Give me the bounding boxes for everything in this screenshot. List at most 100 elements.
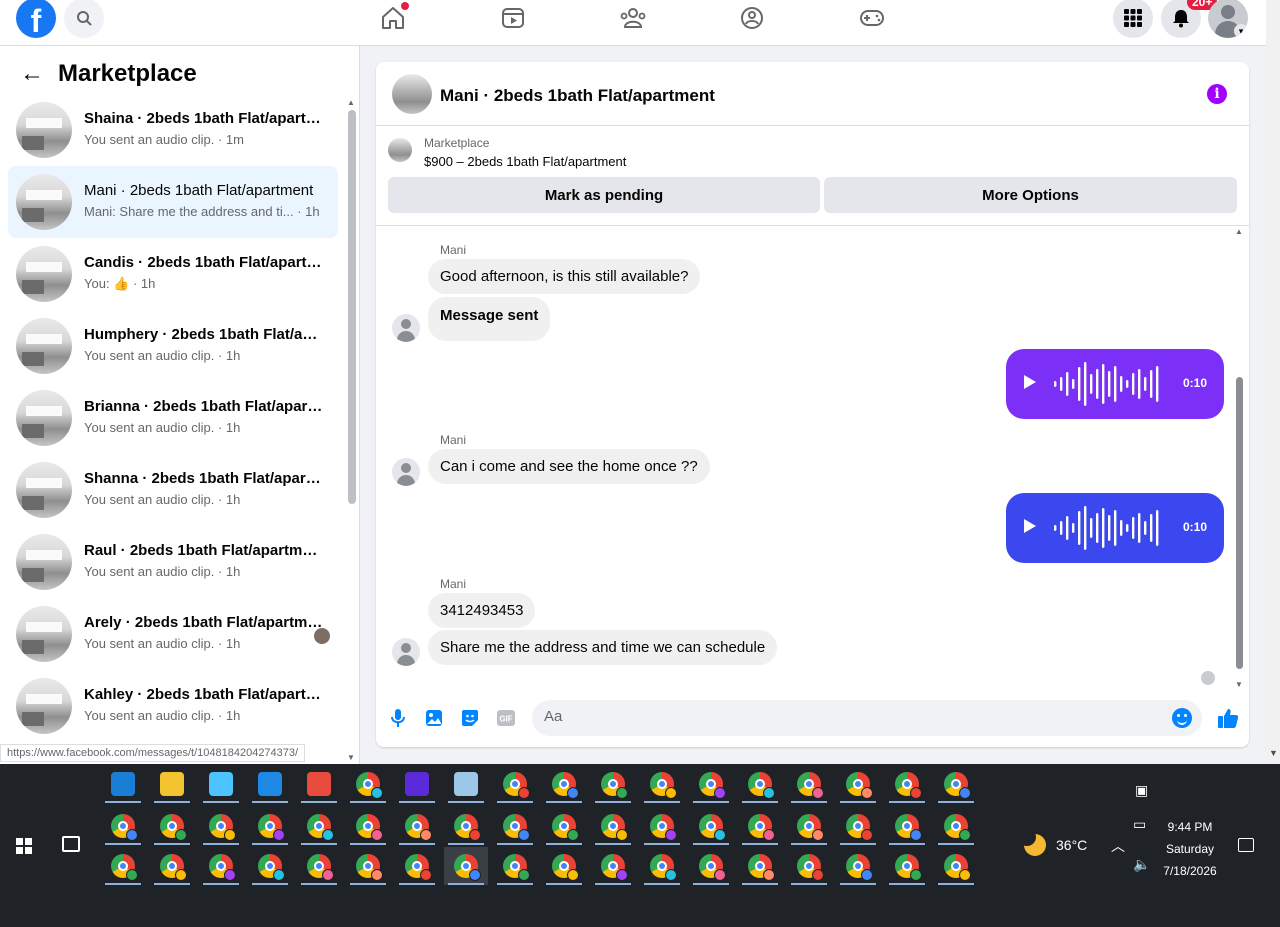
info-icon[interactable]: i bbox=[1207, 84, 1227, 104]
weather-widget[interactable]: 36°C bbox=[1018, 828, 1087, 856]
chrome-profile-icon[interactable] bbox=[542, 847, 586, 885]
listing-avatar[interactable] bbox=[392, 74, 432, 114]
video-nav[interactable] bbox=[499, 4, 527, 32]
chrome-profile-icon[interactable] bbox=[885, 765, 929, 803]
chrome-profile-icon[interactable] bbox=[444, 807, 488, 845]
chrome-profile-icon[interactable] bbox=[346, 807, 390, 845]
incoming-message[interactable]: Message sent bbox=[428, 297, 551, 341]
chrome-profile-icon[interactable] bbox=[395, 847, 439, 885]
sticker-icon[interactable] bbox=[460, 708, 480, 728]
chrome-profile-icon[interactable] bbox=[640, 765, 684, 803]
edge-icon[interactable] bbox=[101, 765, 145, 803]
chrome-profile-icon[interactable] bbox=[836, 765, 880, 803]
show-hidden-icons-chevron-icon[interactable]: ︿ bbox=[1111, 836, 1125, 856]
chrome-profile-icon[interactable] bbox=[934, 847, 978, 885]
chrome-profile-icon[interactable] bbox=[150, 807, 194, 845]
chrome-profile-icon[interactable] bbox=[787, 765, 831, 803]
chrome-profile-icon[interactable] bbox=[542, 765, 586, 803]
scroll-down-arrow-icon[interactable]: ▼ bbox=[347, 753, 355, 762]
account-avatar[interactable]: ▾ bbox=[1208, 0, 1248, 38]
outgoing-audio-clip[interactable]: 0:10 bbox=[1006, 349, 1224, 419]
windows-start-icon[interactable] bbox=[16, 838, 32, 854]
chrome-profile-icon[interactable] bbox=[787, 847, 831, 885]
conversation-list-scrollbar[interactable]: ▲ ▼ bbox=[347, 98, 357, 764]
chrome-profile-icon[interactable] bbox=[542, 807, 586, 845]
conversation-item[interactable]: Arely · 2beds 1bath Flat/apartment You se… bbox=[8, 598, 338, 670]
chrome-profile-icon[interactable] bbox=[787, 807, 831, 845]
gif-icon[interactable]: GIF bbox=[496, 708, 516, 728]
chrome-profile-icon[interactable] bbox=[591, 807, 635, 845]
message-input[interactable] bbox=[544, 708, 1154, 725]
scrollbar-thumb[interactable] bbox=[348, 110, 356, 504]
listing-price-title[interactable]: $900 – 2beds 1bath Flat/apartment bbox=[424, 154, 626, 169]
chrome-profile-icon[interactable] bbox=[199, 807, 243, 845]
search-button[interactable] bbox=[64, 0, 104, 38]
chrome-profile-icon[interactable] bbox=[297, 807, 341, 845]
play-icon[interactable] bbox=[1024, 375, 1036, 389]
listing-thumbnail[interactable] bbox=[388, 138, 412, 162]
meet-now-icon[interactable]: ▣ bbox=[1135, 782, 1148, 799]
incoming-message[interactable]: Good afternoon, is this still available? bbox=[428, 259, 701, 294]
chrome-profile-icon[interactable] bbox=[199, 847, 243, 885]
incoming-message[interactable]: Can i come and see the home once ?? bbox=[428, 449, 710, 484]
chrome-profile-icon[interactable] bbox=[689, 847, 733, 885]
games-nav[interactable] bbox=[858, 4, 886, 32]
facebook-logo[interactable]: f bbox=[16, 0, 56, 38]
conversation-item[interactable]: Brianna · 2beds 1bath Flat/apartment You … bbox=[8, 382, 338, 454]
chat-scrollbar[interactable]: ▲ ▼ bbox=[1234, 227, 1246, 689]
chrome-profile-icon[interactable] bbox=[934, 765, 978, 803]
chrome-profile-icon[interactable] bbox=[591, 847, 635, 885]
like-thumbs-up-icon[interactable] bbox=[1216, 706, 1240, 730]
outgoing-audio-clip[interactable]: 0:10 bbox=[1006, 493, 1224, 563]
app-icon[interactable] bbox=[395, 765, 439, 803]
chrome-profile-icon[interactable] bbox=[738, 807, 782, 845]
page-scrollbar[interactable]: ▼ bbox=[1266, 0, 1280, 764]
gaming-nav[interactable] bbox=[738, 4, 766, 32]
chrome-profile-icon[interactable] bbox=[150, 847, 194, 885]
conversation-item[interactable]: Mani · 2beds 1bath Flat/apartment Mani: S… bbox=[8, 166, 338, 238]
conversation-item[interactable]: Candis · 2beds 1bath Flat/apartment You: … bbox=[8, 238, 338, 310]
chrome-profile-icon[interactable] bbox=[346, 847, 390, 885]
chrome-profile-icon[interactable] bbox=[101, 807, 145, 845]
scroll-down-arrow-icon[interactable]: ▼ bbox=[1235, 680, 1243, 689]
home-nav[interactable] bbox=[379, 2, 409, 32]
volume-icon[interactable]: 🔈 bbox=[1133, 856, 1150, 873]
emoji-icon[interactable] bbox=[1172, 708, 1192, 728]
file-explorer-icon[interactable] bbox=[150, 765, 194, 803]
snipping-tool-icon[interactable] bbox=[297, 765, 341, 803]
chrome-profile-icon[interactable] bbox=[101, 847, 145, 885]
sender-avatar[interactable] bbox=[392, 458, 420, 486]
play-icon[interactable] bbox=[1024, 519, 1036, 533]
chrome-profile-icon[interactable] bbox=[493, 765, 537, 803]
chrome-profile-icon[interactable] bbox=[689, 807, 733, 845]
sender-avatar[interactable] bbox=[392, 314, 420, 342]
notification-center-icon[interactable] bbox=[1238, 838, 1254, 852]
task-view-icon[interactable] bbox=[62, 836, 80, 852]
chrome-profile-icon[interactable] bbox=[738, 847, 782, 885]
chrome-profile-icon[interactable] bbox=[738, 765, 782, 803]
microphone-icon[interactable] bbox=[388, 708, 408, 728]
more-options-button[interactable]: More Options bbox=[824, 177, 1237, 213]
sender-avatar[interactable] bbox=[392, 638, 420, 666]
chrome-profile-icon[interactable] bbox=[248, 807, 292, 845]
store-icon[interactable] bbox=[199, 765, 243, 803]
back-arrow-icon[interactable]: ← bbox=[20, 60, 44, 88]
incoming-message[interactable]: 3412493453 bbox=[428, 593, 536, 628]
scroll-up-arrow-icon[interactable]: ▲ bbox=[347, 98, 355, 107]
scroll-up-arrow-icon[interactable]: ▲ bbox=[1235, 227, 1243, 236]
chrome-profile-icon[interactable] bbox=[297, 847, 341, 885]
chrome-profile-icon[interactable] bbox=[640, 847, 684, 885]
chrome-profile-icon[interactable] bbox=[689, 765, 733, 803]
scrollbar-thumb[interactable] bbox=[1236, 377, 1243, 669]
chrome-profile-icon[interactable] bbox=[248, 847, 292, 885]
chat-title[interactable]: Mani · 2beds 1bath Flat/apartment bbox=[440, 86, 715, 106]
incoming-message[interactable]: Share me the address and time we can sch… bbox=[428, 630, 778, 665]
notepad-icon[interactable] bbox=[444, 765, 488, 803]
outlook-icon[interactable] bbox=[248, 765, 292, 803]
chrome-profile-icon[interactable] bbox=[493, 807, 537, 845]
chrome-profile-icon[interactable] bbox=[885, 847, 929, 885]
conversation-item[interactable]: Humphery · 2beds 1bath Flat/apartment You… bbox=[8, 310, 338, 382]
conversation-item[interactable]: Kahley · 2beds 1bath Flat/apartment You s… bbox=[8, 670, 338, 742]
mark-as-pending-button[interactable]: Mark as pending bbox=[388, 177, 820, 213]
chrome-profile-icon[interactable] bbox=[346, 765, 390, 803]
